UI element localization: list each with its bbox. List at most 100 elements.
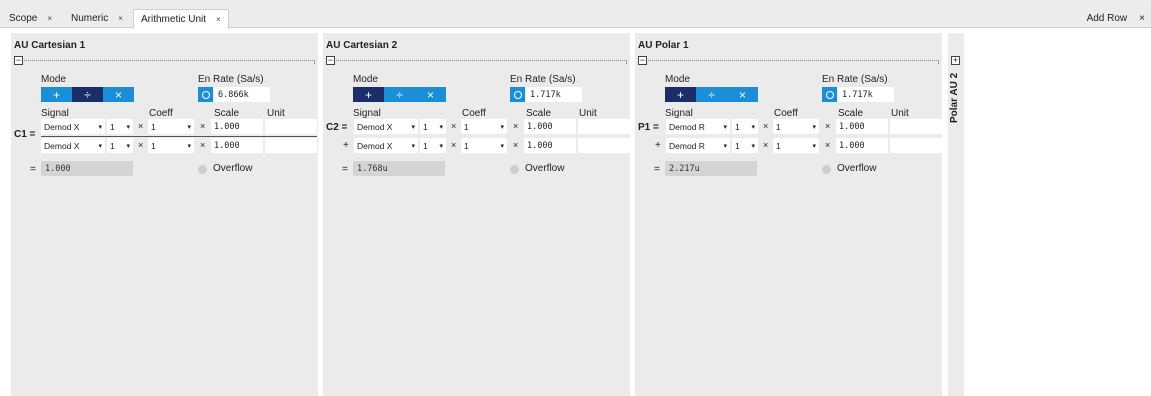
scale-input[interactable]: 1.000 <box>211 138 263 153</box>
panel-title: AU Cartesian 1 <box>14 40 86 51</box>
collapse-icon[interactable]: − <box>638 56 647 65</box>
equals-sign: = <box>30 164 36 175</box>
chevron-down-icon: ▾ <box>723 123 727 131</box>
result-value: 1.000 <box>41 161 133 176</box>
coeff-value: 1 <box>464 140 469 151</box>
coeff-value: 1 <box>776 140 781 151</box>
mode-divide-button[interactable]: ÷ <box>72 87 103 102</box>
result-value: 2.217u <box>665 161 757 176</box>
enable-label: En <box>822 74 835 85</box>
channel-select[interactable]: 1 ▾ <box>732 138 758 153</box>
mode-toggle-group: + ÷ × <box>665 87 758 102</box>
side-panel-polar-au-2: + Polar AU 2 <box>948 33 964 396</box>
equals-sign: = <box>654 164 660 175</box>
chevron-down-icon: ▾ <box>751 142 755 150</box>
tab-close-icon[interactable]: × <box>216 15 221 24</box>
signal-select[interactable]: Demod X ▾ <box>354 138 418 153</box>
channel-select[interactable]: 1 ▾ <box>732 119 758 134</box>
channel-value: 1 <box>110 140 115 151</box>
side-panel-title[interactable]: Polar AU 2 <box>949 73 963 153</box>
coeff-select[interactable]: 1 ▾ <box>148 138 194 153</box>
signal-select[interactable]: Demod X ▾ <box>41 138 105 153</box>
multiply-icon: × <box>825 140 831 150</box>
multiply-icon: × <box>825 121 831 131</box>
channel-value: 1 <box>735 140 740 151</box>
rate-input[interactable]: 6.866k <box>214 87 270 102</box>
unit-input[interactable] <box>890 138 942 153</box>
rate-label: Rate (Sa/s) <box>837 74 888 85</box>
mode-add-button[interactable]: + <box>665 87 696 102</box>
signal-value: Demod X <box>357 140 393 151</box>
chevron-down-icon: ▾ <box>439 123 443 131</box>
mode-add-button[interactable]: + <box>353 87 384 102</box>
coeff-select[interactable]: 1 ▾ <box>773 138 819 153</box>
signal-select[interactable]: Demod R ▾ <box>666 119 730 134</box>
chevron-down-icon: ▾ <box>98 123 102 131</box>
multiply-icon: × <box>513 121 519 131</box>
rate-input[interactable]: 1.717k <box>526 87 582 102</box>
scale-input[interactable]: 1.000 <box>211 119 263 134</box>
row-label: C2 = <box>326 122 348 133</box>
signal-value: Demod X <box>44 121 80 132</box>
add-row-button[interactable]: Add Row <box>1087 13 1128 24</box>
unit-input[interactable] <box>578 138 630 153</box>
channel-select[interactable]: 1 ▾ <box>107 119 133 134</box>
collapse-icon[interactable]: − <box>326 56 335 65</box>
mode-add-button[interactable]: + <box>41 87 72 102</box>
section-divider <box>336 60 627 64</box>
signal-value: Demod R <box>669 121 705 132</box>
row-label: C1 = <box>14 129 36 140</box>
enable-toggle[interactable] <box>822 87 837 102</box>
tab-label: Numeric <box>71 13 109 24</box>
tab-close-icon[interactable]: × <box>118 14 123 23</box>
overflow-indicator <box>510 165 519 174</box>
scale-input[interactable]: 1.000 <box>524 138 576 153</box>
enable-toggle[interactable] <box>510 87 525 102</box>
coeff-label: Coeff <box>774 108 798 119</box>
coeff-select[interactable]: 1 ▾ <box>148 119 194 134</box>
coeff-value: 1 <box>464 121 469 132</box>
scale-input[interactable]: 1.000 <box>836 138 888 153</box>
chevron-down-icon: ▾ <box>411 123 415 131</box>
coeff-select[interactable]: 1 ▾ <box>461 119 507 134</box>
coeff-value: 1 <box>151 121 156 132</box>
mode-divide-button[interactable]: ÷ <box>384 87 415 102</box>
scale-input[interactable]: 1.000 <box>836 119 888 134</box>
add-row-close-icon[interactable]: × <box>1139 13 1145 24</box>
unit-input[interactable] <box>578 119 630 134</box>
unit-input[interactable] <box>265 138 317 153</box>
tab-close-icon[interactable]: × <box>47 14 52 23</box>
signal-select[interactable]: Demod X ▾ <box>41 119 105 134</box>
mode-multiply-button[interactable]: × <box>415 87 446 102</box>
panel-1: AU Cartesian 1 − Mode + ÷ × En Rate (Sa/s)… <box>11 33 318 396</box>
enable-toggle[interactable] <box>198 87 213 102</box>
rate-input[interactable]: 1.717k <box>838 87 894 102</box>
channel-select[interactable]: 1 ▾ <box>107 138 133 153</box>
signal-value: Demod X <box>357 121 393 132</box>
coeff-label: Coeff <box>149 108 173 119</box>
channel-select[interactable]: 1 ▾ <box>420 138 446 153</box>
collapse-icon[interactable]: − <box>14 56 23 65</box>
equals-sign: = <box>342 164 348 175</box>
mode-divide-button[interactable]: ÷ <box>696 87 727 102</box>
channel-select[interactable]: 1 ▾ <box>420 119 446 134</box>
coeff-select[interactable]: 1 ▾ <box>461 138 507 153</box>
tab-scope[interactable]: Scope × <box>2 9 59 28</box>
overflow-label: Overflow <box>525 163 565 174</box>
chevron-down-icon: ▾ <box>439 142 443 150</box>
coeff-label: Coeff <box>462 108 486 119</box>
unit-input[interactable] <box>265 119 317 134</box>
coeff-value: 1 <box>151 140 156 151</box>
tab-numeric[interactable]: Numeric × <box>64 9 130 28</box>
signal-select[interactable]: Demod R ▾ <box>666 138 730 153</box>
signal-select[interactable]: Demod X ▾ <box>354 119 418 134</box>
circle-icon <box>825 90 834 99</box>
unit-input[interactable] <box>890 119 942 134</box>
mode-multiply-button[interactable]: × <box>103 87 134 102</box>
chevron-down-icon: ▾ <box>126 123 130 131</box>
expand-icon[interactable]: + <box>951 56 960 65</box>
mode-multiply-button[interactable]: × <box>727 87 758 102</box>
coeff-select[interactable]: 1 ▾ <box>773 119 819 134</box>
scale-input[interactable]: 1.000 <box>524 119 576 134</box>
tab-arithmetic-unit[interactable]: Arithmetic Unit × <box>133 9 229 29</box>
